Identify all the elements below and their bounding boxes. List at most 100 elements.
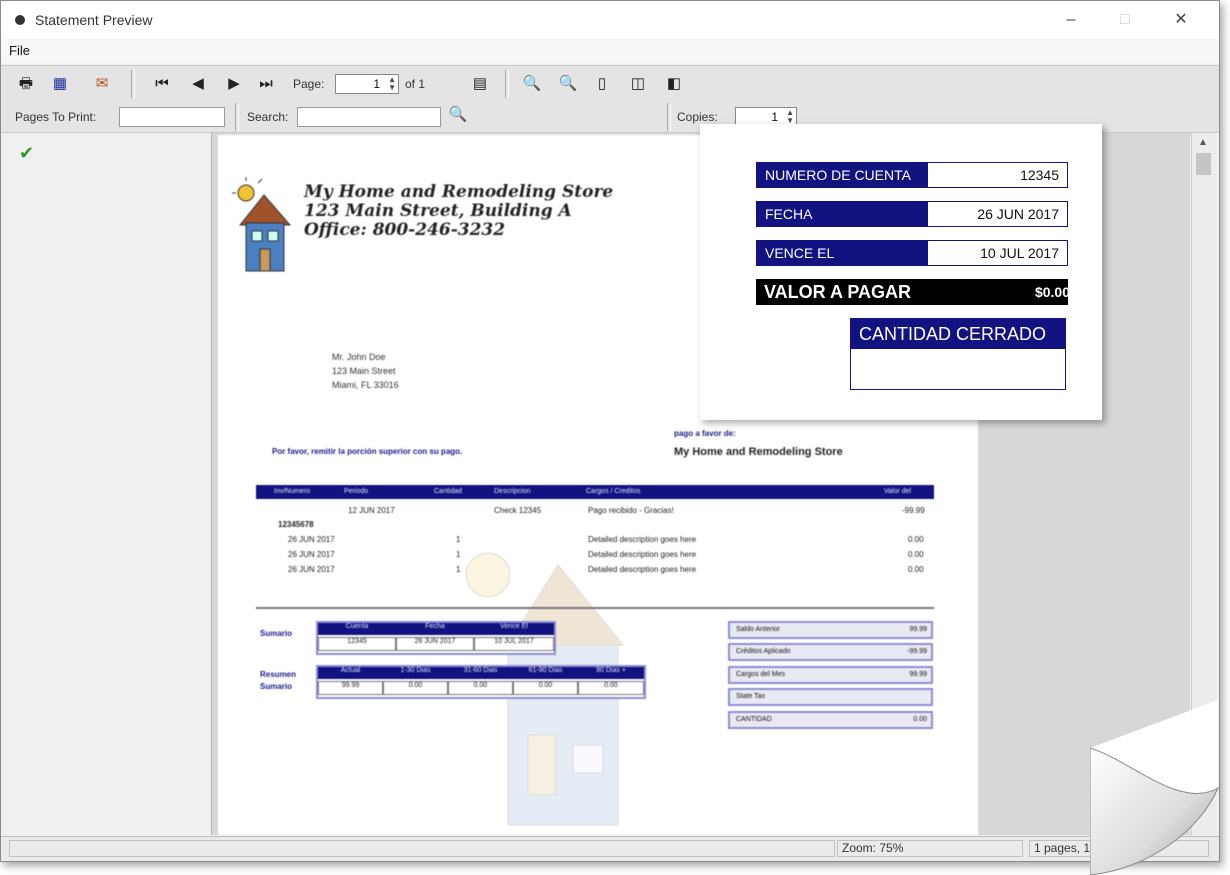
col-header: Descripcion — [494, 488, 531, 495]
store-phone: Office: 800-246-3232 — [304, 220, 506, 240]
zoom-status: Zoom: 75% — [837, 840, 1023, 857]
aging-header: 31-60 Dias — [448, 667, 513, 679]
aging-value: 0.00 — [513, 681, 578, 695]
last-page-icon[interactable]: ⏭ — [255, 74, 277, 94]
pay-to-name: My Home and Remodeling Store — [674, 446, 843, 458]
row-amount: -99.99 — [902, 506, 925, 515]
row-charge: Detailed description goes here — [588, 565, 697, 574]
print-icon[interactable]: 🖶 — [15, 74, 37, 94]
search-icon[interactable]: 🔍 — [447, 105, 469, 125]
main-toolbar: 🖶 ▦ ✉ ⏮ ◀ ▶ ⏭ Page: 1 ▲ ▼ of 1 ▤ 🔍 🔍 ▯ ◫ … — [1, 65, 1219, 103]
status-message — [9, 840, 835, 857]
pages-to-print-input[interactable] — [119, 107, 225, 127]
summary-value: 26 JUN 2017 — [396, 637, 474, 651]
balance-label: Saldo Anterior — [736, 626, 780, 633]
row-charge: Detailed description goes here — [588, 535, 697, 544]
row-charge: Pago recibido - Gracias! — [588, 506, 674, 515]
maximize-button[interactable]: □ — [1105, 7, 1145, 33]
col-header: Cantidad — [434, 488, 463, 495]
thumbnails-icon[interactable]: ▤ — [469, 74, 491, 94]
scroll-up-icon[interactable]: ▲ — [1198, 137, 1208, 148]
summary-header: Fecha — [396, 623, 474, 635]
balance-box: Cargos del Mes 99.99 — [728, 666, 933, 684]
page-curl-icon — [1090, 700, 1220, 875]
summary-label: Sumario — [260, 629, 293, 638]
aging-value: 99.99 — [318, 681, 383, 695]
due-date-box: VENCE EL 10 JUL 2017 — [756, 240, 1068, 266]
col-header: Inv/Numero — [274, 488, 311, 495]
menu-file[interactable]: File — [9, 43, 30, 58]
row-charge: Detailed description goes here — [588, 550, 697, 559]
app-icon — [15, 15, 25, 25]
toolbar-separator — [667, 103, 671, 131]
col-header: Valor del — [884, 488, 912, 495]
page-label: Page: — [293, 77, 325, 91]
row-date: 26 JUN 2017 — [288, 565, 335, 574]
section-divider — [256, 607, 934, 609]
summary-header: Vence El — [474, 623, 554, 635]
page-width-icon[interactable]: ◧ — [663, 74, 685, 94]
store-name: My Home and Remodeling Store — [304, 182, 614, 202]
toolbar-separator — [505, 70, 509, 98]
copies-value: 1 — [771, 110, 778, 124]
due-date-label: VENCE EL — [757, 241, 928, 265]
status-bar: Zoom: 75% 1 pages, 13 — [1, 836, 1219, 861]
zoom-in-icon[interactable]: 🔍 — [521, 74, 543, 94]
copies-label: Copies: — [677, 110, 718, 124]
balance-value: 99.99 — [909, 626, 927, 633]
next-page-icon[interactable]: ▶ — [223, 74, 245, 94]
page-number-input[interactable]: 1 ▲ ▼ — [335, 74, 399, 94]
first-page-icon[interactable]: ⏮ — [151, 74, 173, 94]
summary-box: Cuenta Fecha Vence El 12345 26 JUN 2017 … — [316, 621, 556, 655]
row-date: 12 JUN 2017 — [348, 506, 395, 515]
summary-header: Cuenta — [318, 623, 396, 635]
balance-box: Créditos Aplicado -99.99 — [728, 643, 933, 661]
row-date: 26 JUN 2017 — [288, 550, 335, 559]
summary-value: 10 JUL 2017 — [474, 637, 554, 651]
balance-value: 99.99 — [909, 671, 927, 678]
row-amount: 0.00 — [908, 550, 924, 559]
due-date-value: 10 JUL 2017 — [980, 245, 1059, 261]
amount-due-value: $0.00 — [1034, 284, 1068, 300]
spin-arrows-icon[interactable]: ▲ ▼ — [786, 109, 794, 125]
search-input[interactable] — [297, 107, 441, 127]
statement-date-label: FECHA — [757, 202, 928, 226]
row-amount: 0.00 — [908, 535, 924, 544]
row-date: 26 JUN 2017 — [288, 535, 335, 544]
account-number-box: NUMERO DE CUENTA 12345 — [756, 162, 1068, 188]
title-bar: Statement Preview – □ ✕ — [1, 1, 1219, 39]
close-button[interactable]: ✕ — [1161, 7, 1201, 33]
pay-to-label: pago a favor de: — [674, 429, 736, 438]
single-page-icon[interactable]: ▯ — [591, 74, 613, 94]
amount-closed-box: CANTIDAD CERRADO — [850, 318, 1066, 390]
prev-page-icon[interactable]: ◀ — [187, 74, 209, 94]
balance-label: CANTIDAD — [736, 716, 772, 723]
customer-address: Mr. John Doe 123 Main Street Miami, FL 3… — [332, 350, 399, 392]
amount-due-box: VALOR A PAGAR $0.00 — [756, 279, 1068, 305]
row-amount: 0.00 — [908, 565, 924, 574]
customer-street: 123 Main Street — [332, 366, 396, 376]
balance-value: -99.99 — [907, 648, 927, 655]
balance-label: Cargos del Mes — [736, 671, 786, 678]
row-qty: 1 — [456, 565, 461, 574]
aging-box: Actual 1-30 Dias 31-60 Dias 61-90 Dias 9… — [316, 665, 646, 699]
menu-bar: File — [1, 39, 1219, 63]
zoom-out-icon[interactable]: 🔍 — [557, 74, 579, 94]
scroll-thumb[interactable] — [1196, 153, 1211, 175]
house-logo — [232, 177, 292, 272]
account-number-value: 12345 — [1020, 167, 1059, 183]
window-title: Statement Preview — [35, 12, 153, 28]
amount-closed-label: CANTIDAD CERRADO — [851, 319, 1065, 349]
two-page-icon[interactable]: ◫ — [627, 74, 649, 94]
toolbar-separator — [235, 103, 239, 131]
statement-date-box: FECHA 26 JUN 2017 — [756, 201, 1068, 227]
balance-box: State Tax — [728, 688, 933, 706]
aging-header: Actual — [318, 667, 383, 679]
payment-stub-callout: NUMERO DE CUENTA 12345 FECHA 26 JUN 2017… — [700, 124, 1102, 420]
aging-header: 61-90 Dias — [513, 667, 578, 679]
spin-arrows-icon[interactable]: ▲ ▼ — [388, 76, 396, 92]
export-icon[interactable]: ▦ — [49, 74, 71, 94]
aging-header: 1-30 Dias — [383, 667, 448, 679]
minimize-button[interactable]: – — [1051, 7, 1091, 33]
email-icon[interactable]: ✉ — [91, 74, 113, 94]
